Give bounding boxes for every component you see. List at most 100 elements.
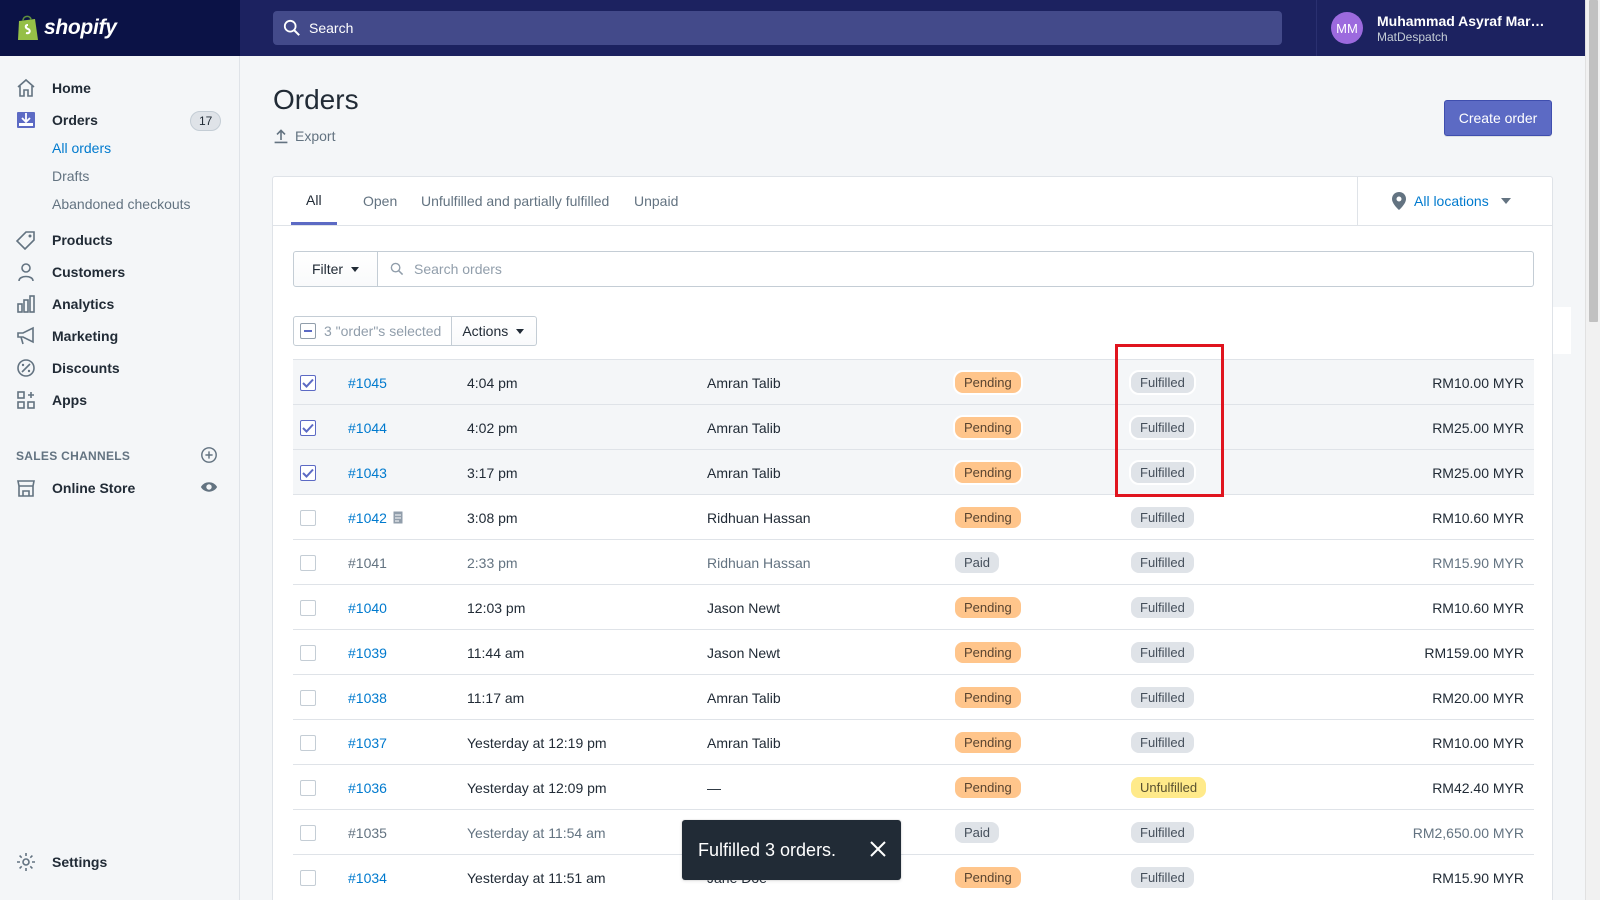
row-checkbox[interactable] xyxy=(300,405,316,450)
checkbox-box[interactable] xyxy=(300,869,316,886)
fulfillment-status: Unfulfilled xyxy=(1129,765,1209,810)
order-id-link[interactable]: #1039 xyxy=(348,630,387,675)
order-total: RM10.60 MYR xyxy=(1432,599,1524,616)
order-id-link[interactable]: #1034 xyxy=(348,855,387,900)
checkbox-box[interactable] xyxy=(300,464,316,481)
global-search-label: Search xyxy=(309,20,354,36)
close-icon[interactable] xyxy=(869,840,887,858)
order-time: 4:04 pm xyxy=(467,374,518,391)
table-row[interactable]: #1036 Yesterday at 12:09 pm — Pending Unfulf… xyxy=(293,764,1534,809)
tab-all[interactable]: All xyxy=(291,177,337,225)
tab-unfulfilled[interactable]: Unfulfilled and partially fulfilled xyxy=(421,177,609,225)
table-row[interactable]: #1038 11:17 am Amran Talib Pending Fulfilled… xyxy=(293,674,1534,719)
checkbox-box[interactable] xyxy=(300,599,316,616)
row-checkbox[interactable] xyxy=(300,630,316,675)
order-id-link[interactable]: #1035 xyxy=(348,810,387,855)
eye-icon[interactable] xyxy=(200,478,218,496)
search-orders-input[interactable] xyxy=(414,261,1443,277)
checkbox-box[interactable] xyxy=(300,644,316,661)
order-time: 4:02 pm xyxy=(467,419,518,436)
sidebar-item-marketing[interactable]: Marketing xyxy=(0,320,240,352)
row-checkbox[interactable] xyxy=(300,360,316,405)
row-checkbox[interactable] xyxy=(300,675,316,720)
row-checkbox[interactable] xyxy=(300,720,316,765)
shopify-logo[interactable]: shopify xyxy=(0,0,240,56)
actions-dropdown[interactable]: Actions xyxy=(452,316,538,346)
table-row[interactable]: #1037 Yesterday at 12:19 pm Amran Talib Pen… xyxy=(293,719,1534,764)
table-row[interactable]: #1043 3:17 pm Amran Talib Pending Fulfilled R… xyxy=(293,449,1534,494)
global-search[interactable]: Search xyxy=(273,11,1282,45)
payment-badge: Pending xyxy=(953,865,1023,890)
order-time: 12:03 pm xyxy=(467,599,526,616)
order-total: RM10.00 MYR xyxy=(1432,734,1524,751)
table-row[interactable]: #1035Yesterday at 11:54 amJane DoePaidFu… xyxy=(293,809,1534,854)
order-id-link[interactable]: #1038 xyxy=(348,675,387,720)
sidebar-item-customers[interactable]: Customers xyxy=(0,256,240,288)
checkbox-box[interactable] xyxy=(300,509,316,526)
order-id-link[interactable]: #1036 xyxy=(348,765,387,810)
order-id-link[interactable]: #1037 xyxy=(348,720,387,765)
tab-unpaid[interactable]: Unpaid xyxy=(634,177,678,225)
payment-status: Paid xyxy=(953,810,1002,855)
sidebar-subitem-abandoned-checkouts[interactable]: Abandoned checkouts xyxy=(52,196,191,212)
order-id-link[interactable]: #1045 xyxy=(348,360,387,405)
scrollbar-thumb[interactable] xyxy=(1589,0,1598,322)
filter-button[interactable]: Filter xyxy=(293,251,378,287)
table-row[interactable]: #1042 3:08 pm Ridhuan Hassan Pending Fulfill… xyxy=(293,494,1534,539)
sidebar-subitem-all-orders[interactable]: All orders xyxy=(52,140,111,156)
table-row[interactable]: #1045 4:04 pm Amran Talib Pending Fulfilled R… xyxy=(293,359,1534,404)
add-channel-icon[interactable] xyxy=(200,446,218,464)
chevron-down-icon xyxy=(1500,198,1511,204)
bulk-select-toggle[interactable]: 3 "order"s selected xyxy=(293,316,453,346)
sidebar-item-settings[interactable]: Settings xyxy=(16,852,107,872)
checkbox-box[interactable] xyxy=(300,824,316,841)
sidebar-item-apps[interactable]: Apps xyxy=(0,384,240,416)
checkbox-box[interactable] xyxy=(300,734,316,751)
payment-status: Pending xyxy=(953,495,1023,540)
row-checkbox[interactable] xyxy=(300,765,316,810)
checkbox-box[interactable] xyxy=(300,779,316,796)
order-id-link[interactable]: #1040 xyxy=(348,585,387,630)
page-scrollbar[interactable] xyxy=(1585,0,1600,900)
order-id-link[interactable]: #1042 xyxy=(348,495,403,540)
orders-count-badge: 17 xyxy=(190,111,222,131)
fulfillment-status: Fulfilled xyxy=(1129,585,1196,630)
user-menu[interactable]: MM Muhammad Asyraf Mar… MatDespatch xyxy=(1316,0,1585,56)
checkbox-box[interactable] xyxy=(300,419,316,436)
order-id-link[interactable]: #1041 xyxy=(348,540,387,585)
location-selector[interactable]: All locations xyxy=(1357,177,1554,225)
order-time: 11:44 am xyxy=(467,644,525,661)
payment-badge: Pending xyxy=(953,730,1023,755)
checkbox-box[interactable] xyxy=(300,374,316,391)
store-name: MatDespatch xyxy=(1377,29,1448,44)
table-row[interactable]: #1041 2:33 pm Ridhuan Hassan Paid Fulfilled R… xyxy=(293,539,1534,584)
sidebar-item-discounts[interactable]: Discounts xyxy=(0,352,240,384)
row-checkbox[interactable] xyxy=(300,810,316,855)
sidebar-item-analytics[interactable]: Analytics xyxy=(0,288,240,320)
tab-open[interactable]: Open xyxy=(363,177,397,225)
search-orders-field[interactable] xyxy=(378,251,1534,287)
row-checkbox[interactable] xyxy=(300,585,316,630)
table-row[interactable]: #1034Yesterday at 11:51 amJane DoePendin… xyxy=(293,854,1534,899)
sidebar-item-products[interactable]: Products xyxy=(0,224,240,256)
row-checkbox[interactable] xyxy=(300,495,316,540)
checkbox-box[interactable] xyxy=(300,554,316,571)
table-row[interactable]: #1040 12:03 pm Jason Newt Pending Fulfilled R… xyxy=(293,584,1534,629)
table-row[interactable]: #1044 4:02 pm Amran Talib Pending Fulfilled R… xyxy=(293,404,1534,449)
table-row[interactable]: #1039 11:44 am Jason Newt Pending Fulfilled R… xyxy=(293,629,1534,674)
indeterminate-checkbox[interactable] xyxy=(300,323,316,339)
sidebar-item-orders[interactable]: Orders 17 xyxy=(0,104,240,136)
order-id-link[interactable]: #1043 xyxy=(348,450,387,495)
store-icon xyxy=(16,478,36,498)
sidebar-subitem-drafts[interactable]: Drafts xyxy=(52,168,89,184)
sidebar-item-home[interactable]: Home xyxy=(0,72,240,104)
export-button[interactable]: Export xyxy=(273,128,335,144)
create-order-button[interactable]: Create order xyxy=(1444,100,1552,136)
row-checkbox[interactable] xyxy=(300,450,316,495)
order-id-link[interactable]: #1044 xyxy=(348,405,387,450)
sidebar-item-label: Products xyxy=(52,232,113,248)
row-checkbox[interactable] xyxy=(300,855,316,900)
order-customer: Amran Talib xyxy=(707,374,781,391)
checkbox-box[interactable] xyxy=(300,689,316,706)
row-checkbox[interactable] xyxy=(300,540,316,585)
